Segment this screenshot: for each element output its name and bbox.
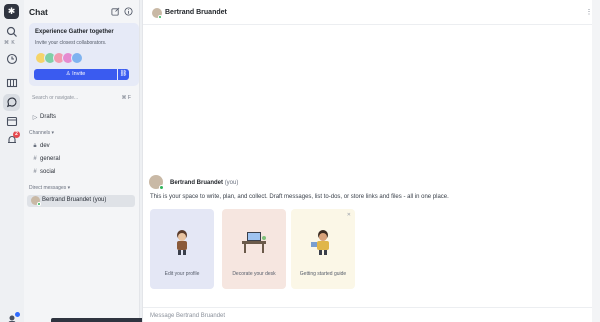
chevron-down-icon: ▾	[51, 130, 55, 136]
compose-icon[interactable]	[111, 7, 120, 16]
message-composer[interactable]: Message Bertrand Bruandet	[143, 307, 600, 322]
decorate-desk-card[interactable]: Decorate your desk	[222, 209, 286, 289]
author-suffix: (you)	[224, 180, 239, 186]
invite-label: Invite	[72, 71, 86, 77]
getting-started-card[interactable]: ✕ Getting started guide	[291, 209, 355, 289]
copy-link-button[interactable]: ⛓	[118, 69, 129, 80]
online-indicator	[159, 185, 164, 190]
notification-badge: 2	[13, 131, 20, 138]
message-author: Bertrand Bruandet (you)	[170, 180, 238, 186]
edit-profile-card[interactable]: Edit your profile	[150, 209, 214, 289]
chat-sidebar: Chat Experience Gather together Invite y…	[24, 0, 161, 322]
sidebar-item-label: Drafts	[40, 114, 57, 120]
hash-icon: #	[33, 156, 37, 162]
sidebar-title: Chat	[29, 7, 48, 17]
online-indicator	[37, 202, 41, 206]
sidebar-item-drafts[interactable]: ▷ Drafts	[27, 112, 135, 123]
close-icon[interactable]: ✕	[347, 212, 351, 218]
search-shortcut: ⌘ F	[121, 95, 131, 101]
calendar-icon[interactable]	[5, 115, 18, 128]
status-dot	[15, 312, 20, 317]
sidebar-item-dev[interactable]: 🔒︎ dev	[27, 141, 135, 152]
channels-section-header[interactable]: Channels ▾	[29, 130, 54, 136]
guide-illustration-icon	[311, 230, 329, 255]
online-indicator	[158, 15, 162, 19]
app-root: ✱ ⌘ K 2 Chat Experience Gather together …	[0, 0, 600, 322]
app-logo[interactable]: ✱	[4, 4, 19, 19]
search-input[interactable]: Search or navigate...	[32, 95, 78, 101]
lock-icon: 🔒︎	[33, 143, 37, 149]
info-icon[interactable]	[124, 7, 133, 16]
sidebar-item-label: Bertrand Bruandet (you)	[42, 197, 107, 203]
send-icon: ▷	[32, 115, 38, 121]
hash-icon: #	[33, 169, 37, 175]
left-rail: ✱ ⌘ K 2	[0, 0, 24, 322]
promo-title: Experience Gather together	[35, 29, 114, 35]
sidebar-item-label: social	[40, 169, 56, 175]
sidebar-item-general[interactable]: # general	[27, 154, 135, 165]
card-label: Getting started guide	[299, 271, 347, 277]
profile-illustration-icon	[177, 230, 187, 255]
sidebar-item-label: dev	[40, 143, 50, 149]
dm-label: Direct messages	[29, 185, 67, 191]
message-input[interactable]: Message Bertrand Bruandet	[150, 313, 225, 319]
sidebar-search[interactable]: Search or navigate... ⌘ F	[29, 93, 134, 104]
card-label: Decorate your desk	[232, 271, 276, 277]
author-name: Bertrand Bruandet	[170, 180, 224, 186]
chat-main: Bertrand Bruandet ⋮ Bertrand Bruandet (y…	[142, 0, 600, 322]
avatar	[71, 52, 83, 64]
clock-icon[interactable]	[5, 53, 18, 66]
map-icon[interactable]	[5, 77, 18, 90]
invite-promo-card: Experience Gather together Invite your c…	[29, 23, 139, 86]
sidebar-item-social[interactable]: # social	[27, 167, 135, 178]
sidebar-item-dm-self[interactable]: Bertrand Bruandet (you)	[27, 195, 135, 207]
chat-title[interactable]: Bertrand Bruandet	[165, 9, 227, 16]
search-shortcut: ⌘ K	[4, 40, 16, 46]
chat-header: Bertrand Bruandet ⋮	[143, 0, 600, 25]
desk-illustration-icon	[242, 232, 266, 253]
sidebar-item-label: general	[40, 156, 61, 162]
dm-section-header[interactable]: Direct messages ▾	[29, 185, 70, 191]
promo-subtitle: Invite your closest collaborators.	[35, 40, 107, 46]
scrollbar[interactable]	[592, 0, 600, 322]
link-icon: ⛓	[119, 71, 128, 77]
space-description: This is your space to write, plan, and c…	[150, 194, 449, 200]
invite-button[interactable]: ♙ Invite	[34, 69, 117, 80]
chevron-down-icon: ▾	[67, 185, 71, 191]
chat-icon[interactable]	[3, 94, 20, 111]
card-label: Edit your profile	[164, 271, 200, 277]
channels-label: Channels	[29, 130, 51, 136]
search-icon[interactable]	[5, 26, 18, 39]
